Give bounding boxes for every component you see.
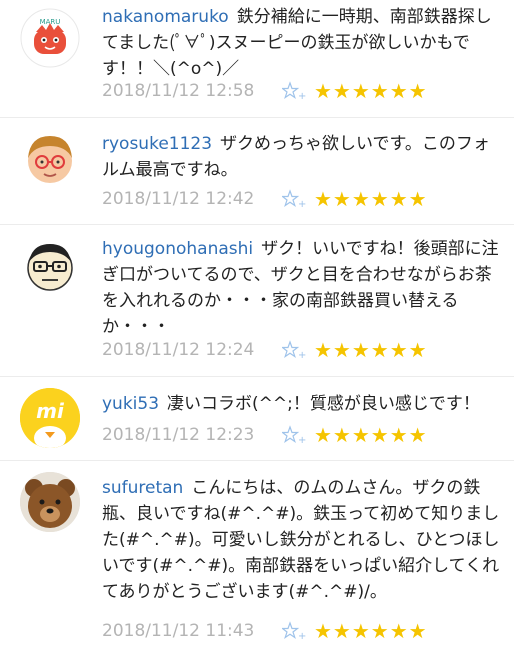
comment-meta: 2018/11/12 12:42 + ★★★★★★: [102, 187, 428, 211]
divider: [0, 117, 514, 118]
svg-text:+: +: [298, 91, 306, 101]
comment-text-block: ryosuke1123 ザクめっちゃ欲しいです。このフォルム最高ですね。: [102, 131, 502, 183]
comment-text-block: sufuretan こんにちは、のムのムさん。ザクの鉄瓶、良いですね(#^.^#)…: [102, 475, 502, 605]
star-rating: ★★★★★★: [314, 79, 428, 103]
comment-meta: 2018/11/12 12:24 + ★★★★★★: [102, 338, 428, 362]
comment-text-block: yuki53 凄いコラボ(^^;！質感が良い感じです！: [102, 391, 502, 417]
star-rating: ★★★★★★: [314, 423, 428, 447]
timestamp: 2018/11/12 12:23: [102, 425, 255, 445]
star-rating: ★★★★★★: [314, 187, 428, 211]
star-rating: ★★★★★★: [314, 338, 428, 362]
add-star-icon[interactable]: +: [280, 340, 306, 361]
timestamp: 2018/11/12 12:58: [102, 81, 255, 101]
divider: [0, 460, 514, 461]
username-link[interactable]: ryosuke1123: [102, 134, 212, 154]
username-link[interactable]: sufuretan: [102, 478, 183, 498]
divider: [0, 376, 514, 377]
avatar[interactable]: [20, 128, 80, 188]
svg-text:+: +: [298, 199, 306, 209]
avatar[interactable]: [20, 472, 80, 532]
timestamp: 2018/11/12 11:43: [102, 621, 255, 641]
timestamp: 2018/11/12 12:24: [102, 340, 255, 360]
avatar-logo-text: mi: [36, 399, 65, 423]
username-link[interactable]: yuki53: [102, 394, 159, 414]
star-rating: ★★★★★★: [314, 619, 428, 643]
username-link[interactable]: hyougonohanashi: [102, 239, 253, 259]
comment-text: 凄いコラボ(^^;！質感が良い感じです！: [167, 394, 480, 414]
avatar[interactable]: MARU: [20, 8, 80, 68]
comment-meta: 2018/11/12 11:43 + ★★★★★★: [102, 619, 428, 643]
svg-text:+: +: [298, 350, 306, 360]
comment-text-block: hyougonohanashi ザク！いいですね！後頭部に注ぎ口がついてるので、ザ…: [102, 236, 502, 340]
add-star-icon[interactable]: +: [280, 189, 306, 210]
add-star-icon[interactable]: +: [280, 81, 306, 102]
add-star-icon[interactable]: +: [280, 425, 306, 446]
divider: [0, 224, 514, 225]
comment-meta: 2018/11/12 12:23 + ★★★★★★: [102, 423, 428, 447]
avatar[interactable]: [20, 236, 80, 296]
comment-text-block: nakanomaruko 鉄分補給に一時期、南部鉄器探してました(ﾟ∀ﾟ)スヌーピ…: [102, 4, 502, 82]
comment-meta: 2018/11/12 12:58 + ★★★★★★: [102, 79, 428, 103]
avatar[interactable]: mi: [20, 388, 80, 448]
add-star-icon[interactable]: +: [280, 621, 306, 642]
timestamp: 2018/11/12 12:42: [102, 189, 255, 209]
svg-text:+: +: [298, 435, 306, 445]
username-link[interactable]: nakanomaruko: [102, 7, 229, 27]
